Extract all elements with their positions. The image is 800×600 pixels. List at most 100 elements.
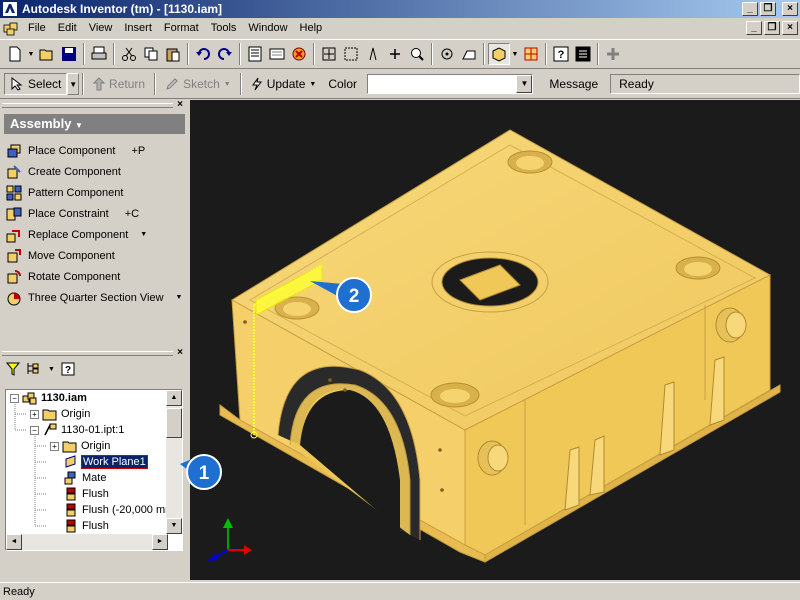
close-button[interactable]: ×	[782, 2, 798, 16]
tree-item-part-origin[interactable]: + Origin	[50, 438, 110, 454]
menu-file[interactable]: File	[22, 22, 52, 34]
axis-triad-icon	[208, 518, 252, 561]
zoom-icon[interactable]	[362, 43, 384, 65]
menu-edit[interactable]: Edit	[52, 22, 83, 34]
select-dropdown-button[interactable]: ▼	[67, 73, 80, 95]
tree-item-work-plane[interactable]: Work Plane1	[63, 454, 148, 470]
pan-icon[interactable]	[384, 43, 406, 65]
tree-item-mate[interactable]: Mate	[63, 470, 106, 486]
color-dropdown[interactable]: ▼	[367, 74, 534, 94]
tree-item-part[interactable]: − 1130-01.ipt:1	[30, 422, 124, 438]
filter-icon[interactable]	[6, 362, 20, 376]
shaded-display-icon[interactable]	[488, 43, 510, 65]
view-dropdown-icon[interactable]: ▼	[48, 366, 55, 373]
cmd-move-component[interactable]: Move Component	[6, 245, 189, 266]
return-button[interactable]: Return	[87, 77, 151, 91]
assembly-header-label: Assembly	[10, 116, 72, 131]
cmd-place-component[interactable]: Place Component +P	[6, 140, 189, 161]
tree-item-flush-3[interactable]: Flush	[63, 518, 109, 534]
section-dropdown-icon[interactable]: ▼	[176, 294, 183, 301]
display-dropdown-icon[interactable]: ▼	[510, 43, 520, 65]
select-button[interactable]: Select	[4, 73, 68, 95]
browser-tree[interactable]: − 1130.iam + Origin − 1130-01.ipt:1 + Or…	[5, 389, 183, 551]
return-label: Return	[109, 77, 146, 91]
inventor-logo-icon	[3, 2, 17, 16]
minimize-button[interactable]: _	[742, 2, 758, 16]
doc-minimize-button[interactable]: _	[746, 21, 762, 35]
menu-view[interactable]: View	[83, 22, 119, 34]
new-dropdown-icon[interactable]: ▼	[26, 43, 36, 65]
svg-text:?: ?	[558, 49, 565, 61]
update-button[interactable]: Update ▼	[245, 77, 323, 91]
copy-icon[interactable]	[140, 43, 162, 65]
tree-item-flush-2[interactable]: Flush (-20,000 mm)	[63, 502, 178, 518]
help-icon[interactable]: ?	[61, 362, 75, 376]
rotate-view-icon[interactable]	[436, 43, 458, 65]
assembly-panel-header[interactable]: Assembly ▼	[4, 114, 185, 134]
cmd-pattern-component[interactable]: Pattern Component	[6, 182, 189, 203]
tree-horizontal-scrollbar[interactable]: ◄ ►	[6, 534, 168, 550]
menu-insert[interactable]: Insert	[118, 22, 158, 34]
undo-icon[interactable]	[192, 43, 214, 65]
status-bar: Ready	[0, 582, 800, 600]
cmd-replace-component[interactable]: Replace Component ▼	[6, 224, 189, 245]
cmd-rotate-component[interactable]: Rotate Component	[6, 266, 189, 287]
component-section-icon[interactable]	[520, 43, 542, 65]
update-lightning-icon	[251, 77, 262, 91]
close-panel-icon[interactable]: ×	[177, 99, 183, 110]
scroll-down-icon[interactable]: ▼	[166, 518, 182, 534]
scroll-left-icon[interactable]: ◄	[6, 534, 22, 550]
restore-button[interactable]: ❐	[760, 2, 776, 16]
svg-text:2: 2	[349, 286, 360, 307]
scroll-up-icon[interactable]: ▲	[166, 390, 182, 406]
add-icon[interactable]	[602, 43, 624, 65]
doc-restore-button[interactable]: ❐	[764, 21, 780, 35]
sketch-button[interactable]: Sketch ▼	[159, 77, 237, 91]
tree-view-icon[interactable]	[26, 362, 42, 376]
help-icon[interactable]: ?	[550, 43, 572, 65]
housing-part-model[interactable]	[190, 100, 800, 580]
tree-item-flush-1[interactable]: Flush	[63, 486, 109, 502]
paste-icon[interactable]	[162, 43, 184, 65]
browser-grip[interactable]: ×	[2, 347, 187, 358]
chevron-down-icon[interactable]: ▼	[516, 75, 533, 93]
cut-icon[interactable]	[118, 43, 140, 65]
print-icon[interactable]	[88, 43, 110, 65]
zoom-all-icon[interactable]	[318, 43, 340, 65]
assembly-document-icon[interactable]	[2, 20, 20, 36]
graphics-viewport[interactable]	[190, 100, 800, 580]
work-plane-label: Work Plane1	[81, 455, 148, 469]
collapse-icon[interactable]: −	[10, 393, 19, 403]
doc-close-button[interactable]: ×	[782, 21, 798, 35]
look-at-icon[interactable]	[458, 43, 480, 65]
message-field: Ready	[610, 74, 800, 94]
bill-of-materials-icon[interactable]	[244, 43, 266, 65]
menu-help[interactable]: Help	[294, 22, 329, 34]
menu-window[interactable]: Window	[242, 22, 293, 34]
cmd-place-constraint[interactable]: Place Constraint +C	[6, 203, 189, 224]
open-icon[interactable]	[36, 43, 58, 65]
styles-icon[interactable]	[288, 43, 310, 65]
redo-icon[interactable]	[214, 43, 236, 65]
scroll-right-icon[interactable]: ►	[152, 534, 168, 550]
tree-item-origin[interactable]: + Origin	[30, 406, 90, 422]
expand-icon[interactable]: +	[50, 441, 59, 451]
scroll-thumb[interactable]	[166, 408, 182, 438]
tree-item-root[interactable]: − 1130.iam	[10, 390, 87, 406]
close-browser-icon[interactable]: ×	[177, 347, 183, 358]
select-label: Select	[28, 77, 62, 91]
cmd-three-quarter-section[interactable]: Three Quarter Section View ▼	[6, 287, 189, 308]
cmd-create-component[interactable]: Create Component	[6, 161, 189, 182]
collapse-icon[interactable]: −	[30, 425, 39, 435]
parameters-icon[interactable]	[266, 43, 288, 65]
replace-dropdown-icon[interactable]: ▼	[140, 231, 147, 238]
new-icon[interactable]	[4, 43, 26, 65]
expand-icon[interactable]: +	[30, 409, 39, 419]
menu-tools[interactable]: Tools	[205, 22, 243, 34]
menu-format[interactable]: Format	[158, 22, 205, 34]
design-support-icon[interactable]	[572, 43, 594, 65]
zoom-window-icon[interactable]	[340, 43, 362, 65]
zoom-selected-icon[interactable]	[406, 43, 428, 65]
save-icon[interactable]	[58, 43, 80, 65]
panel-grip[interactable]: ×	[2, 99, 187, 110]
